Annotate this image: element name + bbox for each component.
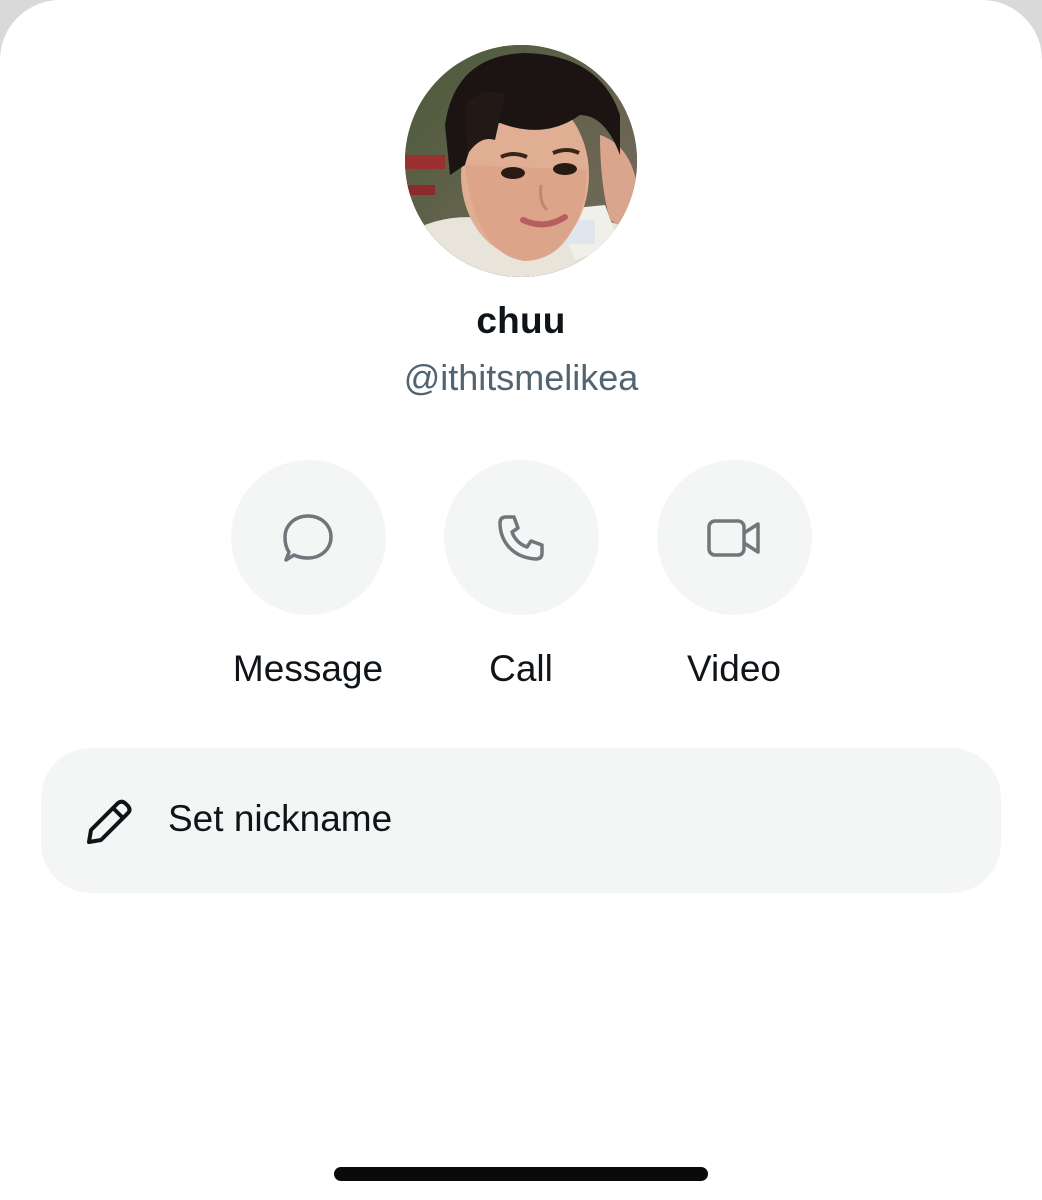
home-indicator[interactable] [334,1167,708,1181]
video-camera-icon [707,518,760,557]
user-handle: @ithitsmelikea [403,357,639,398]
call-button[interactable]: Call [426,460,616,690]
avatar-photo [405,45,637,277]
message-label: Message [232,648,384,689]
message-button[interactable]: Message [213,460,403,690]
call-button-circle[interactable] [443,460,599,615]
phone-icon [498,514,544,561]
set-nickname-button[interactable]: Set nickname [41,748,1001,893]
call-label: Call [489,648,553,689]
pencil-icon [87,799,132,844]
avatar[interactable] [405,45,637,277]
chat-bubble-icon [283,513,333,562]
profile-sheet: chuu @ithitsmelikea Message Call Video S… [0,0,1042,1200]
message-button-circle[interactable] [230,460,386,615]
display-name: chuu [476,300,566,341]
video-button[interactable]: Video [639,460,829,690]
set-nickname-label: Set nickname [168,798,393,839]
video-button-circle[interactable] [656,460,812,615]
video-label: Video [687,648,781,689]
profile-sheet-screen: chuu @ithitsmelikea Message Call Video S… [0,0,1042,1200]
